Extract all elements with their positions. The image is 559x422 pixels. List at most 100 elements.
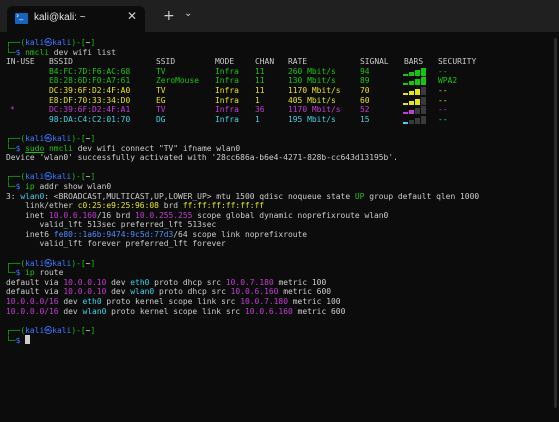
signal-bar xyxy=(415,79,420,86)
command-line: └─$ nmcli dev wifi list xyxy=(6,47,116,57)
ip-route-line: 10.0.0.0/16 dev eth0 proto kernel scope … xyxy=(6,297,559,307)
signal-bars-icon xyxy=(403,115,427,124)
wifi-cell-mode: Infra xyxy=(215,105,239,115)
wifi-cell-ssid: ZeroMouse xyxy=(156,76,200,86)
wifi-cell-chan: 11 xyxy=(255,76,265,86)
terminal-window: kali@kali: ~ ✕ + ⌄ ┌──(kali㉿kali)-[~] └─… xyxy=(0,0,559,422)
signal-bar xyxy=(421,96,426,105)
wifi-cell-bssid: DC:39:6F:D2:4F:A1 xyxy=(49,105,131,115)
wifi-cell-signal: 94 xyxy=(360,66,370,76)
wifi-table-row: 98:DA:C4:C2:01:70 DG Infra 1 195 Mbit/s 15 -- xyxy=(6,115,559,125)
signal-bar xyxy=(409,90,414,95)
wifi-cell-ssid: EG xyxy=(156,95,166,105)
tab-title: kali@kali: ~ xyxy=(34,12,86,23)
wifi-cell-bssid: E8:28:6D:F0:A7:61 xyxy=(49,76,131,86)
wifi-cell-security: -- xyxy=(438,105,448,115)
route-d: metric 100 xyxy=(288,297,341,307)
chevron-down-icon[interactable]: ⌄ xyxy=(184,8,192,19)
tab-kali-terminal[interactable]: kali@kali: ~ ✕ xyxy=(7,6,145,32)
route-a: default via xyxy=(6,287,64,297)
wifi-cell-mode: Infra xyxy=(215,66,239,76)
route-b: dev xyxy=(106,277,131,287)
wifi-cell-bssid: B4:FC:7D:F6:AC:68 xyxy=(49,66,131,76)
wifi-cell-rate: 195 Mbit/s xyxy=(288,114,336,124)
wifi-table-row: E8:DF:70:33:34:D0 EG Infra 1 405 Mbit/s 60 -- xyxy=(6,96,559,106)
ip-route-line: default via 10.0.0.10 dev wlan0 proto dh… xyxy=(6,287,559,297)
wifi-cell-bssid: DC:39:6F:D2:4F:A0 xyxy=(49,85,131,95)
route-c: proto kernel scope link src xyxy=(101,297,241,307)
command-line: └─$ sudo nmcli dev wifi connect "TV" ifn… xyxy=(6,143,241,153)
wifi-table-row: * DC:39:6F:D2:4F:A1 TV Infra 36 1170 Mbit/s 52… xyxy=(6,105,559,115)
ip-route-output: default via 10.0.0.10 dev eth0 proto dhc… xyxy=(6,278,559,316)
signal-bar xyxy=(415,88,420,95)
prompt-line: ┌──(kali㉿kali)-[~] xyxy=(6,258,96,268)
connect-result: Device 'wlan0' successfully activated wi… xyxy=(6,153,398,163)
tab-bar: kali@kali: ~ ✕ + ⌄ xyxy=(0,0,559,32)
wifi-cell-chan: 1 xyxy=(255,95,260,105)
text-cursor xyxy=(25,335,31,345)
wifi-cell-ssid: DG xyxy=(156,114,166,124)
route-b: dev xyxy=(58,306,83,316)
terminal-output[interactable]: ┌──(kali㉿kali)-[~] └─$ nmcli dev wifi li… xyxy=(6,38,559,345)
route-d: metric 100 xyxy=(273,277,327,287)
wifi-cell-chan: 1 xyxy=(255,114,260,124)
command-line: └─$ ip route xyxy=(6,268,64,278)
wifi-cell-signal: 15 xyxy=(360,114,370,124)
route-b: dev xyxy=(106,287,131,297)
ip-addr-line: valid_lft 513sec preferred_lft 513sec xyxy=(6,220,217,230)
prompt-line: ┌──(kali㉿kali)-[~] xyxy=(6,172,96,182)
wifi-table-header: IN-USE BSSID SSID MODE CHAN RATE SIGNAL BARS SEC… xyxy=(6,57,477,67)
scrollbar[interactable] xyxy=(554,38,557,408)
signal-bar xyxy=(409,71,414,76)
route-ip2: 10.0.6.160 xyxy=(244,306,293,316)
signal-bar xyxy=(421,67,426,76)
route-ip2: 10.0.7.180 xyxy=(225,277,274,287)
route-ip2: 10.0.7.180 xyxy=(240,297,288,307)
wifi-cell-chan: 36 xyxy=(255,105,265,115)
wifi-cell-mode: Infra xyxy=(215,114,239,124)
route-a: default via xyxy=(6,277,64,287)
prompt-line: ┌──(kali㉿kali)-[~] xyxy=(6,38,96,47)
wifi-cell-rate: 260 Mbit/s xyxy=(288,66,336,76)
wifi-cell-security: -- xyxy=(438,114,448,124)
route-ip1: 10.0.0.10 xyxy=(63,287,107,297)
signal-bar xyxy=(415,98,420,105)
ip-addr-line: inet 10.0.6.160/16 brd 10.0.255.255 scop… xyxy=(6,210,389,220)
terminal-icon xyxy=(15,11,28,24)
route-dev: wlan0 xyxy=(130,287,155,297)
ip-addr-line: valid_lft forever preferred_lft forever xyxy=(6,239,226,249)
wifi-cell-ssid: TV xyxy=(156,105,166,115)
route-c: proto kernel scope link src xyxy=(106,306,245,316)
wifi-cell-rate: 405 Mbit/s xyxy=(288,95,336,105)
wifi-table-row: B4:FC:7D:F6:AC:68 TV Infra 11 260 Mbit/s 94 -- xyxy=(6,67,559,77)
signal-bar xyxy=(421,86,426,95)
new-tab-button[interactable]: + xyxy=(163,8,175,24)
wifi-cell-bssid: 98:DA:C4:C2:01:70 xyxy=(49,114,131,124)
prompt-line: ┌──(kali㉿kali)-[~] xyxy=(6,133,96,143)
route-dev: wlan0 xyxy=(82,306,107,316)
signal-bar xyxy=(421,106,426,115)
wifi-cell-signal: 52 xyxy=(360,105,370,115)
wifi-cell-ssid: TV xyxy=(156,66,166,76)
prompt-line: ┌──(kali㉿kali)-[~] xyxy=(6,325,96,335)
wifi-cell-chan: 11 xyxy=(255,66,265,76)
route-ip1: 10.0.0.10 xyxy=(63,277,107,287)
signal-bar xyxy=(409,81,414,86)
signal-bars-icon xyxy=(403,67,427,76)
wifi-cell-rate: 1170 Mbit/s xyxy=(288,105,341,115)
signal-bar xyxy=(415,108,420,115)
command-line-current[interactable]: └─$ xyxy=(6,335,559,345)
signal-bar xyxy=(409,119,414,124)
wifi-table-body: B4:FC:7D:F6:AC:68 TV Infra 11 260 Mbit/s 94 --… xyxy=(6,67,559,125)
signal-bars-icon xyxy=(403,86,427,95)
route-ip1: 10.0.0.0/16 xyxy=(6,297,59,307)
wifi-cell-signal: 89 xyxy=(360,76,370,86)
route-ip2: 10.0.6.160 xyxy=(230,287,279,297)
wifi-cell-security: -- xyxy=(438,66,448,76)
signal-bars-icon xyxy=(403,77,427,86)
signal-bar xyxy=(409,100,414,105)
wifi-cell-security: -- xyxy=(438,95,448,105)
wifi-cell-rate: 130 Mbit/s xyxy=(288,76,336,86)
close-tab-icon[interactable]: ✕ xyxy=(127,9,137,23)
signal-bars-icon xyxy=(403,106,427,115)
